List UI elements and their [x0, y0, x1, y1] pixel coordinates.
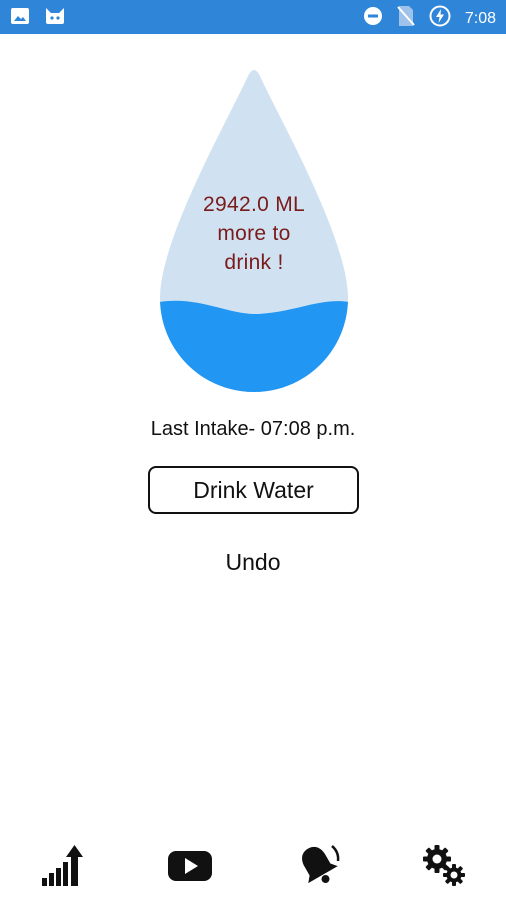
- status-time: 7:08: [464, 9, 496, 27]
- youtube-icon[interactable]: [166, 842, 214, 890]
- status-bar: 7:08: [0, 0, 506, 34]
- undo-button[interactable]: Undo: [203, 544, 303, 580]
- bell-icon[interactable]: [294, 842, 342, 890]
- remaining-amount: 2942.0 ML: [203, 193, 305, 216]
- remaining-line3: drink !: [224, 251, 284, 274]
- android-cat-icon: [44, 6, 66, 31]
- drink-water-button[interactable]: Drink Water: [148, 466, 359, 514]
- battery-charging-icon: [429, 5, 451, 32]
- settings-icon[interactable]: [420, 842, 468, 890]
- water-fill: [160, 300, 348, 392]
- image-icon: [10, 6, 30, 31]
- water-drop: 2942.0 ML more to drink !: [160, 68, 348, 394]
- no-sim-icon: [397, 5, 415, 32]
- last-intake-text: Last Intake- 07:08 p.m.: [150, 418, 356, 440]
- stats-icon[interactable]: [38, 842, 86, 890]
- remaining-line2: more to: [217, 222, 291, 245]
- bottom-nav: [0, 828, 506, 900]
- do-not-disturb-icon: [363, 6, 383, 31]
- remaining-water-text: 2942.0 ML more to drink !: [160, 190, 348, 277]
